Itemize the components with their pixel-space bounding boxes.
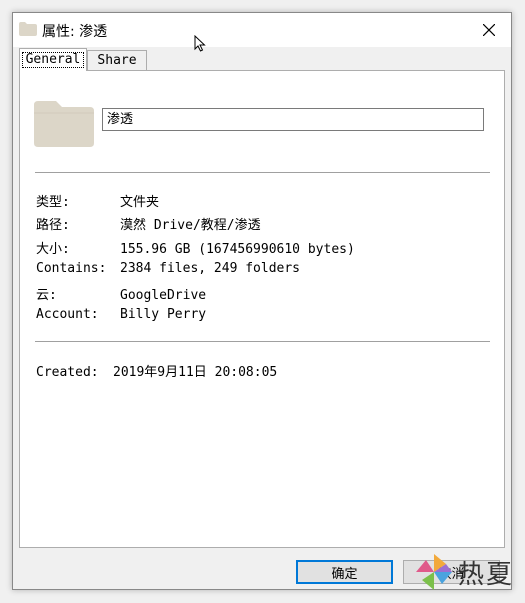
account-label: Account:: [36, 307, 99, 322]
tab-general-label: General: [21, 52, 85, 68]
size-row: 大小: 155.96 GB (167456990610 bytes): [36, 238, 355, 257]
path-value: 漠然 Drive/教程/渗透: [120, 218, 261, 233]
divider: [35, 172, 490, 173]
created-row: Created: 2019年9月11日 20:08:05: [36, 361, 277, 380]
folder-icon: [19, 22, 37, 36]
properties-dialog: 属性: 渗透 General Share 渗透 类型: 文件夹 路径: 漠然 Dri…: [12, 12, 512, 590]
cloud-value: GoogleDrive: [120, 288, 207, 303]
title-bar: 属性: 渗透: [13, 13, 511, 47]
mouse-cursor-icon: [194, 35, 206, 52]
general-panel: 渗透 类型: 文件夹 路径: 漠然 Drive/教程/渗透 大小: 155.96 GB…: [19, 70, 505, 548]
path-row: 路径: 漠然 Drive/教程/渗透: [36, 214, 261, 233]
watermark-text: 热夏: [458, 560, 515, 590]
type-row: 类型: 文件夹: [36, 191, 159, 210]
size-value: 155.96 GB (167456990610 bytes): [120, 242, 355, 257]
window-title: 属性: 渗透: [42, 24, 108, 40]
tab-general[interactable]: General: [19, 48, 87, 71]
created-value: 2019年9月11日 20:08:05: [113, 365, 278, 380]
pinwheel-logo-icon: [416, 554, 452, 590]
ok-button[interactable]: 确定: [296, 560, 393, 584]
watermark: 热夏: [412, 550, 516, 596]
contains-value: 2384 files, 249 folders: [120, 261, 301, 276]
tab-share[interactable]: Share: [87, 50, 147, 70]
cloud-row: 云: GoogleDrive: [36, 284, 206, 303]
size-label: 大小:: [36, 242, 70, 257]
created-label: Created:: [36, 365, 99, 380]
folder-name-input[interactable]: 渗透: [102, 108, 484, 131]
account-value: Billy Perry: [120, 307, 207, 322]
folder-icon: [34, 101, 94, 147]
close-icon: [483, 24, 495, 36]
contains-label: Contains:: [36, 261, 107, 276]
cloud-label: 云:: [36, 288, 57, 303]
contains-row: Contains: 2384 files, 249 folders: [36, 261, 300, 276]
divider: [35, 341, 490, 342]
type-label: 类型:: [36, 195, 70, 210]
path-label: 路径:: [36, 218, 70, 233]
type-value: 文件夹: [120, 195, 160, 210]
close-button[interactable]: [467, 13, 511, 47]
account-row: Account: Billy Perry: [36, 307, 206, 322]
tab-share-label: Share: [97, 53, 137, 68]
